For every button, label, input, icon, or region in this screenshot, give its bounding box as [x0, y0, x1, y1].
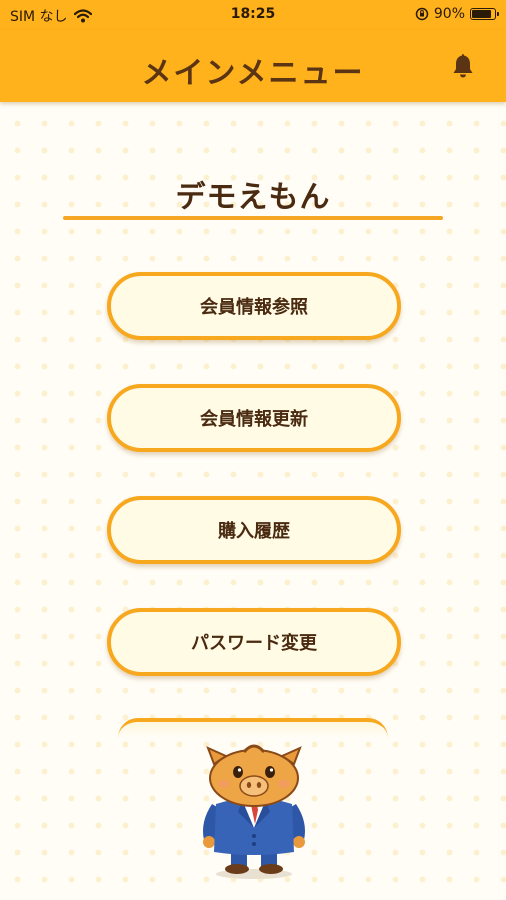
partial-menu-button[interactable]	[118, 718, 388, 738]
app-header: メインメニュー	[0, 30, 506, 102]
battery-icon	[470, 8, 499, 20]
member-info-update-button[interactable]: 会員情報更新	[107, 384, 401, 452]
user-name: デモえもん	[175, 180, 331, 215]
user-name-underline	[63, 216, 443, 220]
battery-percent: 90%	[433, 6, 465, 22]
battery-fill	[472, 10, 491, 18]
bell-icon[interactable]	[450, 52, 476, 80]
purchase-history-button[interactable]: 購入履歴	[107, 496, 401, 564]
page-title: メインメニュー	[141, 56, 365, 91]
status-right: 90%	[415, 6, 499, 22]
orientation-lock-icon	[415, 7, 429, 21]
password-change-button[interactable]: パスワード変更	[107, 608, 401, 676]
member-info-view-button[interactable]: 会員情報参照	[107, 272, 401, 340]
mascot-boar-image	[203, 744, 305, 879]
status-bar: SIM なし 18:25 90%	[0, 0, 506, 30]
